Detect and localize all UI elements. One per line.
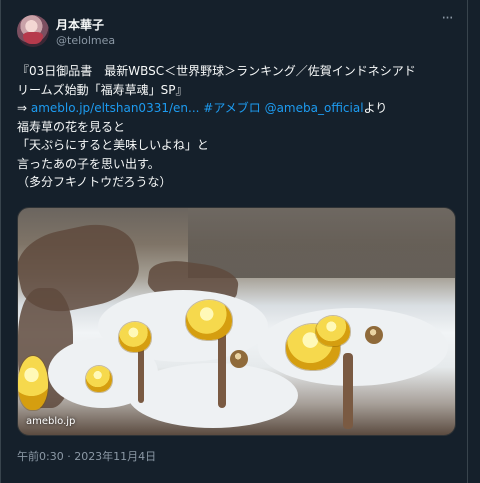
- more-button[interactable]: ···: [438, 9, 456, 28]
- tweet-line-4: 福寿草の花を見ると: [17, 119, 126, 134]
- tweet-line-6: 言ったあの子を思い出す。: [17, 156, 160, 171]
- flower-stem-2: [343, 353, 353, 429]
- hashtag-link[interactable]: #アメブロ: [203, 101, 260, 115]
- tweet-line-1: 『03日御品書 最新WBSC＜世界野球＞ランキング／佐賀インドネシアド: [17, 64, 416, 78]
- media-source-label: ameblo.jp: [26, 416, 76, 427]
- mention-link[interactable]: @ameba_official: [265, 101, 364, 115]
- flower-stem-3: [138, 348, 144, 403]
- tweet-line-2: リームズ始動「福寿草魂」SP』: [17, 82, 188, 97]
- flower-bud-1: [230, 350, 248, 368]
- suffix-text: より: [363, 101, 388, 115]
- yellow-flower-5: [18, 356, 48, 410]
- tweet-line-3: ⇒ ameblo.jp/eltshan0331/en... #アメブロ @ame…: [17, 99, 462, 118]
- article-link[interactable]: ameblo.jp/eltshan0331/en...: [31, 101, 200, 115]
- tweet-line-7: （多分フキノトウだろうな）: [17, 175, 172, 189]
- yellow-flower-6: [86, 366, 112, 392]
- arrow-text: ⇒: [17, 101, 31, 115]
- avatar[interactable]: [17, 15, 49, 47]
- display-name[interactable]: 月本華子: [56, 16, 104, 33]
- frame-divider-left: [0, 0, 1, 483]
- background-blur: [188, 208, 455, 278]
- yellow-flower-4: [119, 322, 151, 352]
- more-horizontal-icon: ···: [441, 9, 453, 27]
- yellow-flower-3: [316, 316, 350, 346]
- tweet-text: 『03日御品書 最新WBSC＜世界野球＞ランキング／佐賀インドネシアド リームズ…: [17, 62, 462, 192]
- snow-patch-4: [128, 363, 298, 428]
- media-image[interactable]: ameblo.jp: [17, 207, 456, 436]
- tweet-line-5: 「天ぷらにすると美味しいよね」と: [17, 138, 209, 152]
- handle[interactable]: @telolmea: [56, 34, 115, 47]
- timestamp[interactable]: 午前0:30 · 2023年11月4日: [17, 448, 156, 464]
- frame-divider-right: [467, 0, 468, 483]
- flower-bud-2: [365, 326, 383, 344]
- yellow-flower-1: [186, 300, 232, 340]
